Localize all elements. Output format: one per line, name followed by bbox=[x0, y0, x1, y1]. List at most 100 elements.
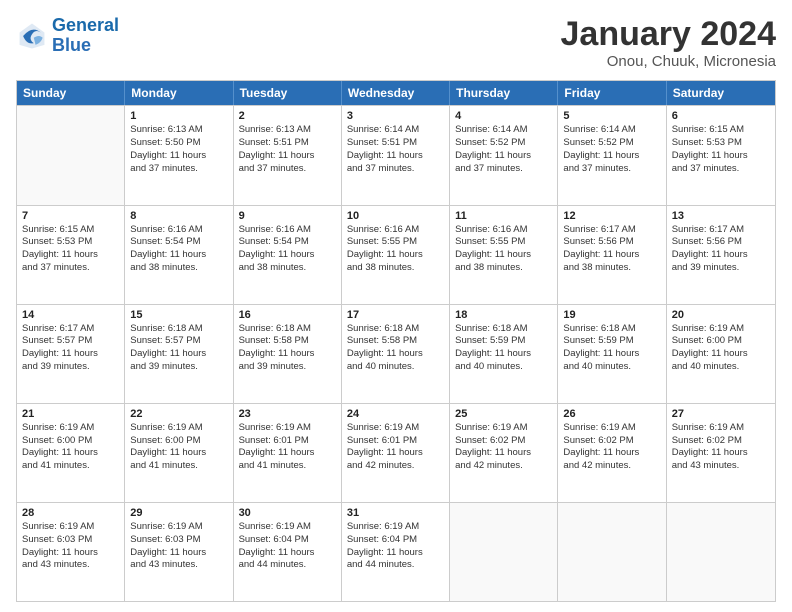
daylight: Daylight: 11 hours bbox=[130, 447, 227, 460]
header: General Blue January 2024 Onou, Chuuk, M… bbox=[16, 16, 776, 70]
daylight: Daylight: 11 hours bbox=[455, 249, 552, 262]
day-number: 11 bbox=[455, 210, 552, 222]
daylight2: and 43 minutes. bbox=[22, 559, 119, 572]
sunrise: Sunrise: 6:19 AM bbox=[22, 521, 119, 534]
sunset: Sunset: 5:58 PM bbox=[239, 335, 336, 348]
header-sunday: Sunday bbox=[17, 81, 125, 105]
daylight2: and 38 minutes. bbox=[563, 262, 660, 275]
sunset: Sunset: 5:51 PM bbox=[239, 137, 336, 150]
sunrise: Sunrise: 6:18 AM bbox=[239, 323, 336, 336]
sunrise: Sunrise: 6:19 AM bbox=[239, 521, 336, 534]
empty-cell-4-5 bbox=[558, 503, 666, 601]
sunset: Sunset: 5:54 PM bbox=[239, 236, 336, 249]
day-27: 27Sunrise: 6:19 AMSunset: 6:02 PMDayligh… bbox=[667, 404, 775, 502]
day-3: 3 Sunrise: 6:14 AMSunset: 5:51 PMDaylight… bbox=[342, 106, 450, 204]
day-number: 21 bbox=[22, 408, 119, 420]
daylight2: and 40 minutes. bbox=[347, 361, 444, 374]
sunset: Sunset: 5:55 PM bbox=[455, 236, 552, 249]
day-number: 14 bbox=[22, 309, 119, 321]
logo-line1: General bbox=[52, 15, 119, 35]
day-number: 4 bbox=[455, 110, 552, 122]
daylight2: and 41 minutes. bbox=[130, 460, 227, 473]
sunset: Sunset: 5:57 PM bbox=[130, 335, 227, 348]
logo-text: General Blue bbox=[52, 16, 119, 56]
day-30: 30Sunrise: 6:19 AMSunset: 6:04 PMDayligh… bbox=[234, 503, 342, 601]
daylight2: and 38 minutes. bbox=[239, 262, 336, 275]
sunset: Sunset: 5:52 PM bbox=[455, 137, 552, 150]
sunset: Sunset: 6:03 PM bbox=[130, 534, 227, 547]
daylight: Daylight: 11 hours bbox=[130, 348, 227, 361]
sunset: Sunset: 5:56 PM bbox=[672, 236, 770, 249]
day-26: 26Sunrise: 6:19 AMSunset: 6:02 PMDayligh… bbox=[558, 404, 666, 502]
daylight2: and 37 minutes. bbox=[130, 163, 227, 176]
day-8: 8Sunrise: 6:16 AMSunset: 5:54 PMDaylight… bbox=[125, 206, 233, 304]
header-tuesday: Tuesday bbox=[234, 81, 342, 105]
day-31: 31Sunrise: 6:19 AMSunset: 6:04 PMDayligh… bbox=[342, 503, 450, 601]
day-4: 4Sunrise: 6:14 AMSunset: 5:52 PMDaylight… bbox=[450, 106, 558, 204]
empty-cell-4-4 bbox=[450, 503, 558, 601]
sunrise: Sunrise: 6:17 AM bbox=[672, 224, 770, 237]
sunrise: Sunrise: 6:19 AM bbox=[672, 422, 770, 435]
day-number: 5 bbox=[563, 110, 660, 122]
day-number: 12 bbox=[563, 210, 660, 222]
day-24: 24Sunrise: 6:19 AMSunset: 6:01 PMDayligh… bbox=[342, 404, 450, 502]
day-number: 10 bbox=[347, 210, 444, 222]
daylight2: and 38 minutes. bbox=[130, 262, 227, 275]
day-number: 22 bbox=[130, 408, 227, 420]
daylight: Daylight: 11 hours bbox=[563, 447, 660, 460]
sunset: Sunset: 6:01 PM bbox=[239, 435, 336, 448]
sunrise: Sunrise: 6:19 AM bbox=[455, 422, 552, 435]
sunset: Sunset: 5:55 PM bbox=[347, 236, 444, 249]
week-row-2: 7Sunrise: 6:15 AMSunset: 5:53 PMDaylight… bbox=[17, 205, 775, 304]
sunrise: Sunrise: 6:19 AM bbox=[347, 521, 444, 534]
sunrise: Sunrise: 6:19 AM bbox=[239, 422, 336, 435]
sunset: Sunset: 5:59 PM bbox=[563, 335, 660, 348]
day-number: 29 bbox=[130, 507, 227, 519]
logo-line2: Blue bbox=[52, 35, 91, 55]
day-number: 20 bbox=[672, 309, 770, 321]
day-number: 9 bbox=[239, 210, 336, 222]
daylight2: and 42 minutes. bbox=[347, 460, 444, 473]
sunset: Sunset: 6:04 PM bbox=[239, 534, 336, 547]
daylight2: and 41 minutes. bbox=[22, 460, 119, 473]
day-14: 14Sunrise: 6:17 AMSunset: 5:57 PMDayligh… bbox=[17, 305, 125, 403]
sunset: Sunset: 6:00 PM bbox=[22, 435, 119, 448]
day-25: 25Sunrise: 6:19 AMSunset: 6:02 PMDayligh… bbox=[450, 404, 558, 502]
sunset: Sunset: 6:02 PM bbox=[672, 435, 770, 448]
logo: General Blue bbox=[16, 16, 119, 56]
sunrise: Sunrise: 6:19 AM bbox=[130, 521, 227, 534]
sunrise: Sunrise: 6:19 AM bbox=[22, 422, 119, 435]
day-20: 20Sunrise: 6:19 AMSunset: 6:00 PMDayligh… bbox=[667, 305, 775, 403]
day-2: 2Sunrise: 6:13 AMSunset: 5:51 PMDaylight… bbox=[234, 106, 342, 204]
daylight: Daylight: 11 hours bbox=[239, 447, 336, 460]
day-number: 3 bbox=[347, 110, 444, 122]
sunrise: Sunrise: 6:19 AM bbox=[563, 422, 660, 435]
sunset: Sunset: 5:51 PM bbox=[347, 137, 444, 150]
day-17: 17Sunrise: 6:18 AMSunset: 5:58 PMDayligh… bbox=[342, 305, 450, 403]
daylight2: and 39 minutes. bbox=[22, 361, 119, 374]
daylight: Daylight: 11 hours bbox=[347, 249, 444, 262]
daylight2: and 39 minutes. bbox=[130, 361, 227, 374]
sunrise: Sunrise: 6:15 AM bbox=[672, 124, 770, 137]
empty-cell-4-6 bbox=[667, 503, 775, 601]
sunset: Sunset: 6:00 PM bbox=[672, 335, 770, 348]
day-23: 23Sunrise: 6:19 AMSunset: 6:01 PMDayligh… bbox=[234, 404, 342, 502]
sunrise: Sunrise: 6:17 AM bbox=[563, 224, 660, 237]
week-row-1: 1Sunrise: 6:13 AMSunset: 5:50 PMDaylight… bbox=[17, 105, 775, 204]
daylight: Daylight: 11 hours bbox=[347, 150, 444, 163]
daylight2: and 38 minutes. bbox=[347, 262, 444, 275]
sunset: Sunset: 6:01 PM bbox=[347, 435, 444, 448]
daylight: Daylight: 11 hours bbox=[22, 348, 119, 361]
day-10: 10 Sunrise: 6:16 AMSunset: 5:55 PMDayligh… bbox=[342, 206, 450, 304]
daylight2: and 40 minutes. bbox=[672, 361, 770, 374]
day-number: 31 bbox=[347, 507, 444, 519]
day-number: 24 bbox=[347, 408, 444, 420]
day-19: 19Sunrise: 6:18 AMSunset: 5:59 PMDayligh… bbox=[558, 305, 666, 403]
sunrise: Sunrise: 6:14 AM bbox=[347, 124, 444, 137]
day-22: 22Sunrise: 6:19 AMSunset: 6:00 PMDayligh… bbox=[125, 404, 233, 502]
sunrise: Sunrise: 6:16 AM bbox=[347, 224, 444, 237]
day-number: 25 bbox=[455, 408, 552, 420]
subtitle: Onou, Chuuk, Micronesia bbox=[561, 53, 777, 70]
day-16: 16Sunrise: 6:18 AMSunset: 5:58 PMDayligh… bbox=[234, 305, 342, 403]
daylight2: and 41 minutes. bbox=[239, 460, 336, 473]
